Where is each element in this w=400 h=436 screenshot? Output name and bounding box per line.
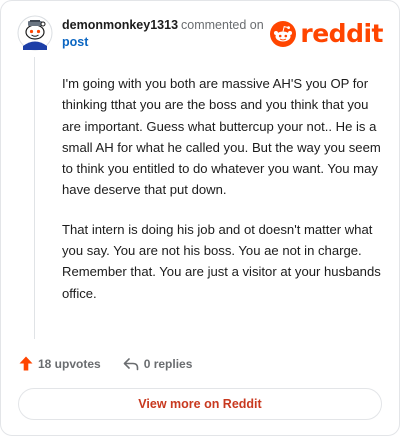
reddit-logo[interactable]: reddit bbox=[270, 19, 383, 49]
reply-arrow-icon bbox=[123, 357, 139, 370]
upvote-count: 18 upvotes bbox=[38, 356, 101, 371]
username-link[interactable]: demonmonkey1313 bbox=[62, 18, 178, 32]
reply-button[interactable]: 0 replies bbox=[123, 356, 193, 371]
comment-card: demonmonkey1313 commented on post reddit … bbox=[0, 0, 400, 436]
comment-paragraph-1: I'm going with you both are massive AH'S… bbox=[62, 76, 381, 198]
thread-line[interactable] bbox=[34, 57, 35, 339]
comment-body: I'm going with you both are massive AH'S… bbox=[62, 73, 387, 322]
reddit-snoo-icon bbox=[270, 21, 297, 47]
upvote-arrow-icon bbox=[19, 356, 33, 371]
reddit-wordmark: reddit bbox=[300, 19, 383, 48]
upvote-button[interactable]: 18 upvotes bbox=[19, 356, 101, 371]
commented-on-text: commented on bbox=[181, 18, 264, 32]
comment-paragraph-2: That intern is doing his job and ot does… bbox=[62, 221, 381, 301]
post-link[interactable]: post bbox=[62, 34, 272, 51]
user-avatar[interactable] bbox=[17, 15, 53, 51]
view-more-on-reddit-button[interactable]: View more on Reddit bbox=[18, 388, 382, 420]
reply-count: 0 replies bbox=[143, 356, 193, 371]
snoo-avatar-icon bbox=[17, 15, 53, 51]
comment-actions: 18 upvotes 0 replies bbox=[19, 356, 192, 371]
comment-header: demonmonkey1313 commented on post bbox=[62, 17, 272, 51]
